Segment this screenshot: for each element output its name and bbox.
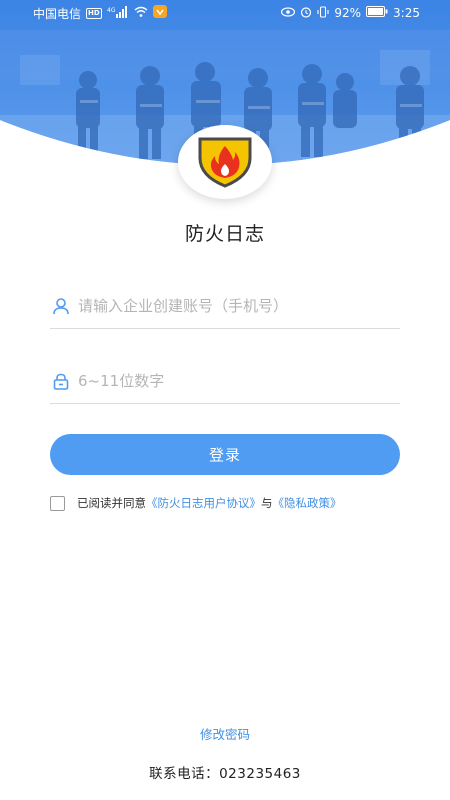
wifi-icon (134, 6, 148, 20)
user-agreement-link[interactable]: 《防火日志用户协议》 (146, 495, 261, 511)
alarm-icon (300, 6, 312, 21)
change-password-link[interactable]: 修改密码 (0, 724, 450, 743)
contact-phone-number[interactable]: 023235463 (219, 766, 301, 782)
network-type-label: 4G (107, 7, 116, 14)
signal-icon: 4G (107, 5, 129, 21)
clock-time: 3:25 (393, 6, 420, 20)
agreement-prefix: 已阅读并同意 (77, 496, 146, 510)
contact-phone-row: 联系电话：023235463 (0, 762, 450, 782)
fire-shield-icon (198, 137, 252, 188)
contact-label: 联系电话： (149, 766, 220, 782)
vibrate-icon (317, 5, 329, 21)
agreement-joiner: 与 (261, 496, 273, 510)
hd-badge: HD (86, 7, 102, 19)
status-bar: 中国电信 HD 4G 92% 3:25 (0, 0, 450, 26)
password-field (50, 359, 400, 404)
battery-percent: 92% (334, 6, 362, 20)
login-button[interactable]: 登录 (50, 434, 400, 475)
lock-icon (52, 372, 70, 390)
carrier-label: 中国电信 (33, 6, 82, 21)
battery-icon (366, 6, 388, 20)
agreement-row: 已阅读并同意 《防火日志用户协议》 与 《隐私政策》 (50, 494, 420, 512)
privacy-policy-link[interactable]: 《隐私政策》 (273, 495, 342, 511)
agreement-checkbox[interactable] (50, 495, 65, 511)
app-title: 防火日志 (184, 223, 265, 245)
phone-input[interactable] (78, 297, 400, 315)
app-notification-icon (152, 5, 167, 21)
app-logo (178, 125, 272, 199)
eye-icon (281, 6, 296, 20)
phone-field (50, 284, 400, 329)
password-input[interactable] (78, 372, 400, 390)
user-icon (52, 297, 70, 315)
